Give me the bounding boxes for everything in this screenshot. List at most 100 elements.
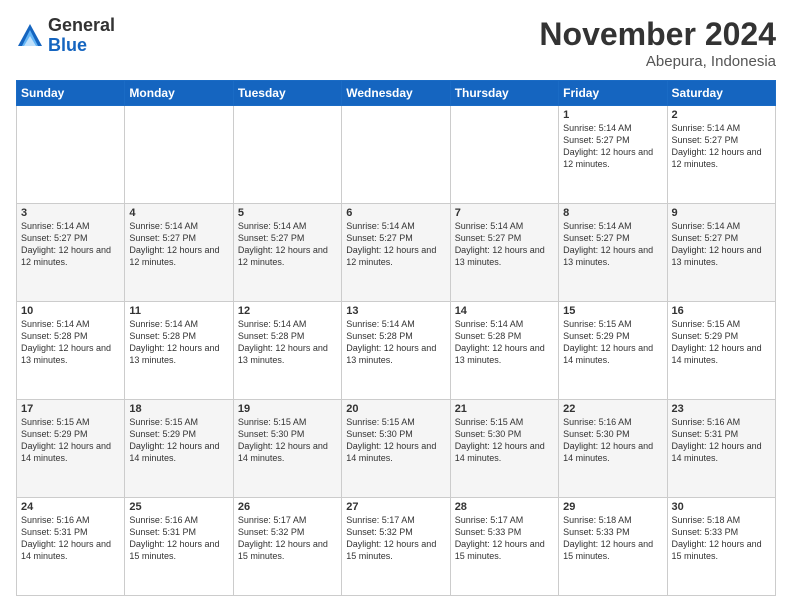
page: General Blue November 2024 Abepura, Indo… [0, 0, 792, 612]
day-number: 17 [21, 403, 120, 415]
week-row-5: 24 Sunrise: 5:16 AM Sunset: 5:31 PM Dayl… [17, 498, 776, 596]
header-friday: Friday [559, 81, 667, 106]
day-info: Sunrise: 5:15 AM Sunset: 5:29 PM Dayligh… [563, 318, 662, 367]
day-cell: 10 Sunrise: 5:14 AM Sunset: 5:28 PM Dayl… [17, 302, 125, 400]
day-cell: 27 Sunrise: 5:17 AM Sunset: 5:32 PM Dayl… [342, 498, 450, 596]
day-number: 24 [21, 501, 120, 513]
day-cell: 1 Sunrise: 5:14 AM Sunset: 5:27 PM Dayli… [559, 106, 667, 204]
day-cell: 19 Sunrise: 5:15 AM Sunset: 5:30 PM Dayl… [233, 400, 341, 498]
day-cell: 21 Sunrise: 5:15 AM Sunset: 5:30 PM Dayl… [450, 400, 558, 498]
day-info: Sunrise: 5:18 AM Sunset: 5:33 PM Dayligh… [563, 514, 662, 563]
day-number: 15 [563, 305, 662, 317]
day-info: Sunrise: 5:16 AM Sunset: 5:31 PM Dayligh… [129, 514, 228, 563]
day-info: Sunrise: 5:16 AM Sunset: 5:31 PM Dayligh… [672, 416, 771, 465]
day-info: Sunrise: 5:15 AM Sunset: 5:29 PM Dayligh… [21, 416, 120, 465]
day-info: Sunrise: 5:14 AM Sunset: 5:27 PM Dayligh… [346, 220, 445, 269]
day-cell: 17 Sunrise: 5:15 AM Sunset: 5:29 PM Dayl… [17, 400, 125, 498]
day-info: Sunrise: 5:14 AM Sunset: 5:28 PM Dayligh… [21, 318, 120, 367]
day-cell: 22 Sunrise: 5:16 AM Sunset: 5:30 PM Dayl… [559, 400, 667, 498]
title-block: November 2024 Abepura, Indonesia [539, 16, 776, 70]
day-number: 12 [238, 305, 337, 317]
day-info: Sunrise: 5:14 AM Sunset: 5:27 PM Dayligh… [129, 220, 228, 269]
day-cell: 23 Sunrise: 5:16 AM Sunset: 5:31 PM Dayl… [667, 400, 775, 498]
day-info: Sunrise: 5:15 AM Sunset: 5:29 PM Dayligh… [672, 318, 771, 367]
day-number: 18 [129, 403, 228, 415]
day-info: Sunrise: 5:15 AM Sunset: 5:30 PM Dayligh… [346, 416, 445, 465]
day-cell: 16 Sunrise: 5:15 AM Sunset: 5:29 PM Dayl… [667, 302, 775, 400]
day-number: 1 [563, 109, 662, 121]
day-cell: 14 Sunrise: 5:14 AM Sunset: 5:28 PM Dayl… [450, 302, 558, 400]
day-number: 3 [21, 207, 120, 219]
day-number: 30 [672, 501, 771, 513]
logo-text: General Blue [48, 16, 115, 56]
day-info: Sunrise: 5:16 AM Sunset: 5:30 PM Dayligh… [563, 416, 662, 465]
day-cell: 24 Sunrise: 5:16 AM Sunset: 5:31 PM Dayl… [17, 498, 125, 596]
day-cell: 12 Sunrise: 5:14 AM Sunset: 5:28 PM Dayl… [233, 302, 341, 400]
day-number: 16 [672, 305, 771, 317]
week-row-2: 3 Sunrise: 5:14 AM Sunset: 5:27 PM Dayli… [17, 204, 776, 302]
day-info: Sunrise: 5:17 AM Sunset: 5:32 PM Dayligh… [238, 514, 337, 563]
day-cell: 6 Sunrise: 5:14 AM Sunset: 5:27 PM Dayli… [342, 204, 450, 302]
location: Abepura, Indonesia [539, 53, 776, 70]
day-number: 6 [346, 207, 445, 219]
logo-general: General [48, 15, 115, 35]
day-cell: 11 Sunrise: 5:14 AM Sunset: 5:28 PM Dayl… [125, 302, 233, 400]
day-info: Sunrise: 5:14 AM Sunset: 5:27 PM Dayligh… [21, 220, 120, 269]
header-wednesday: Wednesday [342, 81, 450, 106]
day-cell: 13 Sunrise: 5:14 AM Sunset: 5:28 PM Dayl… [342, 302, 450, 400]
day-info: Sunrise: 5:16 AM Sunset: 5:31 PM Dayligh… [21, 514, 120, 563]
day-number: 19 [238, 403, 337, 415]
day-info: Sunrise: 5:14 AM Sunset: 5:28 PM Dayligh… [129, 318, 228, 367]
header-sunday: Sunday [17, 81, 125, 106]
day-cell: 2 Sunrise: 5:14 AM Sunset: 5:27 PM Dayli… [667, 106, 775, 204]
day-info: Sunrise: 5:17 AM Sunset: 5:32 PM Dayligh… [346, 514, 445, 563]
header-thursday: Thursday [450, 81, 558, 106]
day-info: Sunrise: 5:14 AM Sunset: 5:28 PM Dayligh… [346, 318, 445, 367]
day-cell: 7 Sunrise: 5:14 AM Sunset: 5:27 PM Dayli… [450, 204, 558, 302]
day-info: Sunrise: 5:14 AM Sunset: 5:27 PM Dayligh… [238, 220, 337, 269]
day-number: 11 [129, 305, 228, 317]
day-cell [450, 106, 558, 204]
day-cell: 20 Sunrise: 5:15 AM Sunset: 5:30 PM Dayl… [342, 400, 450, 498]
day-number: 26 [238, 501, 337, 513]
day-info: Sunrise: 5:14 AM Sunset: 5:28 PM Dayligh… [238, 318, 337, 367]
day-info: Sunrise: 5:17 AM Sunset: 5:33 PM Dayligh… [455, 514, 554, 563]
logo-icon [16, 22, 44, 50]
weekday-header-row: Sunday Monday Tuesday Wednesday Thursday… [17, 81, 776, 106]
logo-blue: Blue [48, 35, 87, 55]
day-number: 4 [129, 207, 228, 219]
day-number: 25 [129, 501, 228, 513]
day-cell [125, 106, 233, 204]
day-info: Sunrise: 5:14 AM Sunset: 5:27 PM Dayligh… [563, 220, 662, 269]
day-info: Sunrise: 5:15 AM Sunset: 5:30 PM Dayligh… [238, 416, 337, 465]
day-info: Sunrise: 5:14 AM Sunset: 5:27 PM Dayligh… [672, 220, 771, 269]
day-cell [17, 106, 125, 204]
day-number: 27 [346, 501, 445, 513]
day-cell: 9 Sunrise: 5:14 AM Sunset: 5:27 PM Dayli… [667, 204, 775, 302]
day-info: Sunrise: 5:18 AM Sunset: 5:33 PM Dayligh… [672, 514, 771, 563]
header-saturday: Saturday [667, 81, 775, 106]
day-cell: 18 Sunrise: 5:15 AM Sunset: 5:29 PM Dayl… [125, 400, 233, 498]
day-info: Sunrise: 5:15 AM Sunset: 5:30 PM Dayligh… [455, 416, 554, 465]
day-number: 5 [238, 207, 337, 219]
header: General Blue November 2024 Abepura, Indo… [16, 16, 776, 70]
week-row-1: 1 Sunrise: 5:14 AM Sunset: 5:27 PM Dayli… [17, 106, 776, 204]
day-info: Sunrise: 5:14 AM Sunset: 5:27 PM Dayligh… [563, 122, 662, 171]
day-cell [342, 106, 450, 204]
day-info: Sunrise: 5:15 AM Sunset: 5:29 PM Dayligh… [129, 416, 228, 465]
day-cell: 29 Sunrise: 5:18 AM Sunset: 5:33 PM Dayl… [559, 498, 667, 596]
week-row-3: 10 Sunrise: 5:14 AM Sunset: 5:28 PM Dayl… [17, 302, 776, 400]
day-number: 20 [346, 403, 445, 415]
day-cell: 8 Sunrise: 5:14 AM Sunset: 5:27 PM Dayli… [559, 204, 667, 302]
day-cell [233, 106, 341, 204]
logo: General Blue [16, 16, 115, 56]
day-cell: 28 Sunrise: 5:17 AM Sunset: 5:33 PM Dayl… [450, 498, 558, 596]
day-cell: 15 Sunrise: 5:15 AM Sunset: 5:29 PM Dayl… [559, 302, 667, 400]
day-number: 9 [672, 207, 771, 219]
day-number: 22 [563, 403, 662, 415]
day-info: Sunrise: 5:14 AM Sunset: 5:27 PM Dayligh… [672, 122, 771, 171]
day-cell: 5 Sunrise: 5:14 AM Sunset: 5:27 PM Dayli… [233, 204, 341, 302]
month-title: November 2024 [539, 16, 776, 53]
day-number: 13 [346, 305, 445, 317]
day-number: 28 [455, 501, 554, 513]
